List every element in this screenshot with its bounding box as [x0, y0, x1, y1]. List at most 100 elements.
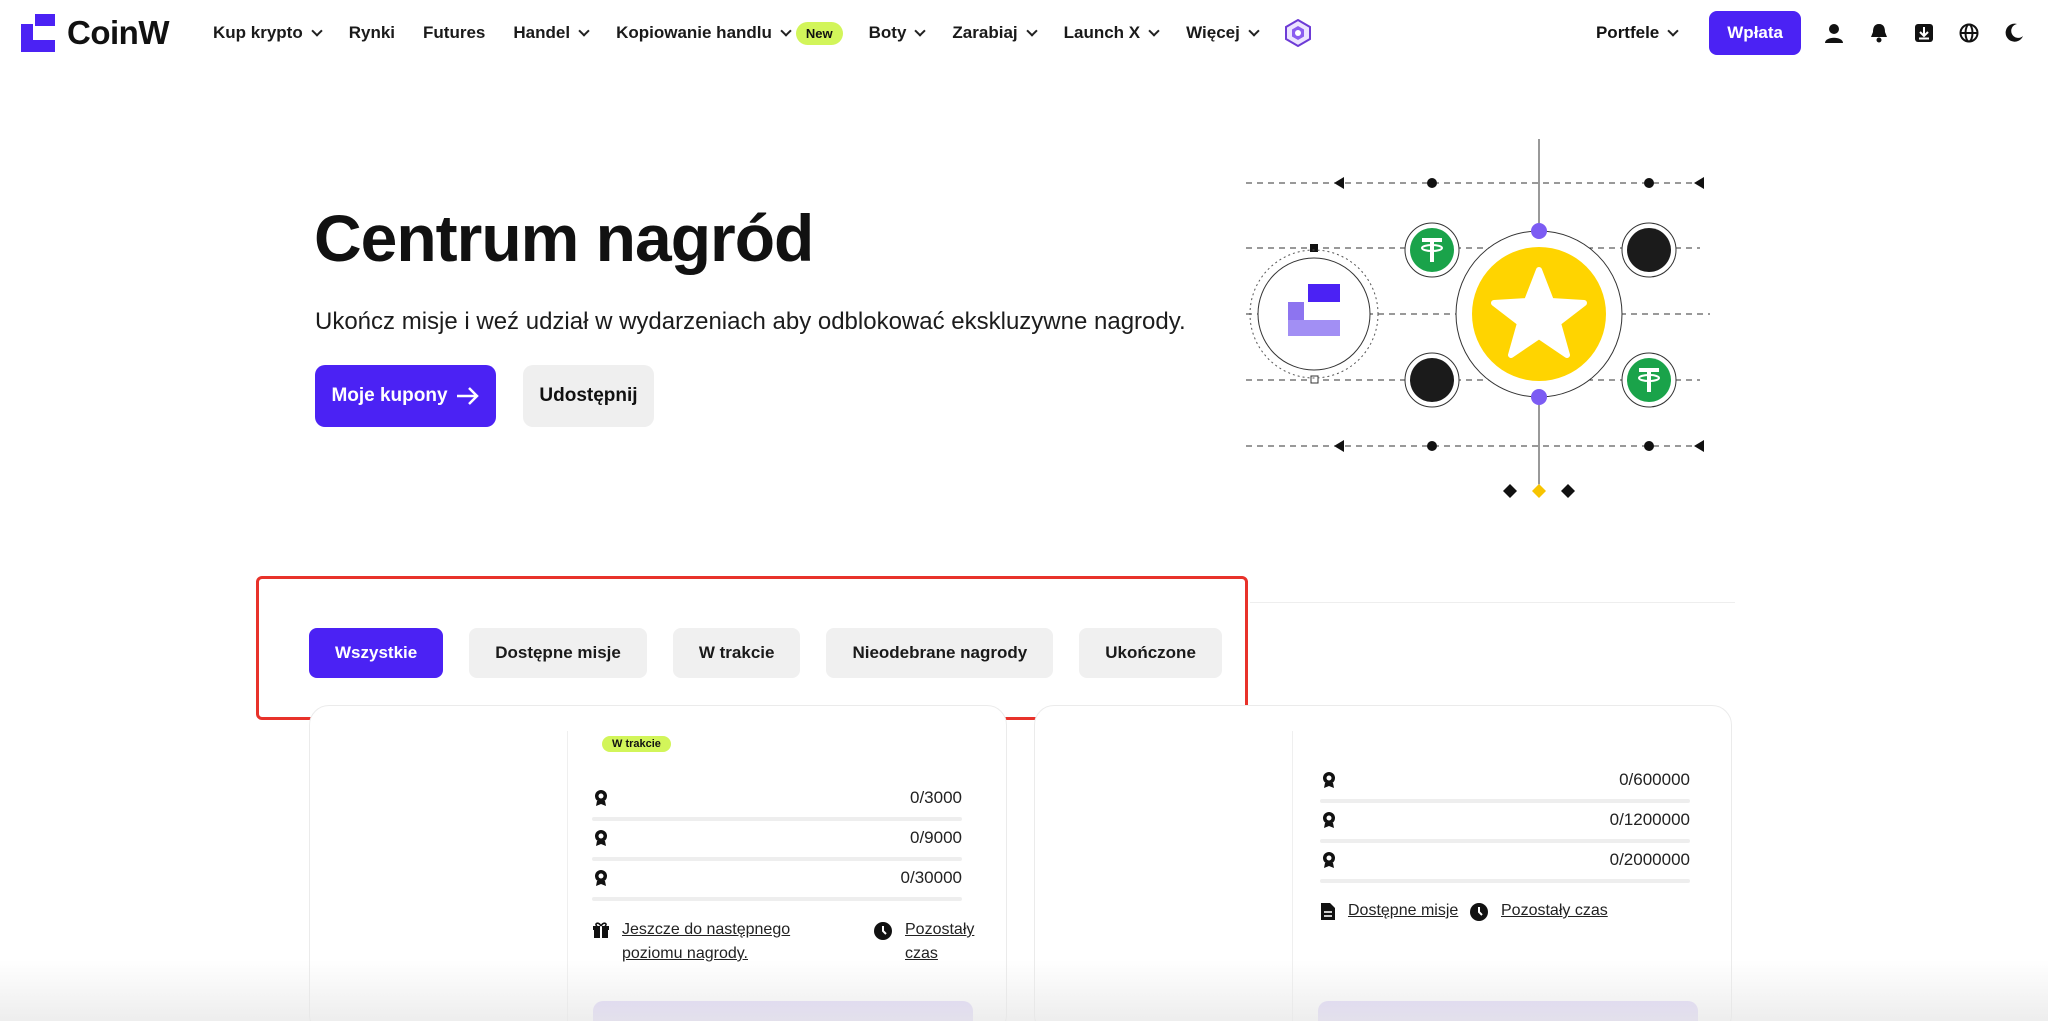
nav-label: Boty	[868, 23, 907, 42]
nav-kup-krypto[interactable]: Kup krypto	[213, 23, 323, 43]
level-progress-bar	[1320, 799, 1690, 803]
level-progress-bar	[592, 857, 962, 861]
reward-level-row: 0/30000	[592, 868, 962, 888]
level-progress: 0/1200000	[1609, 810, 1690, 829]
chevron-down-icon	[1148, 24, 1160, 37]
card-divider	[567, 731, 568, 1021]
tab-available-missions[interactable]: Dostępne misje	[469, 628, 647, 678]
chevron-down-icon	[578, 24, 590, 37]
level-progress: 0/9000	[910, 828, 962, 847]
chevron-down-icon	[1025, 24, 1038, 37]
nav-handel[interactable]: Handel	[513, 23, 590, 43]
event-emblem-icon[interactable]	[1284, 19, 1312, 47]
reward-level-row: 0/600000	[1320, 770, 1690, 790]
available-missions-label: Dostępne misje	[1348, 902, 1459, 919]
deposit-button[interactable]: Wpłata	[1709, 11, 1801, 55]
medal-icon	[1323, 852, 1335, 868]
clock-icon	[874, 922, 892, 940]
time-remaining-label: Pozostały czas	[905, 921, 975, 962]
tab-unclaimed-rewards[interactable]: Nieodebrane nagrody	[826, 628, 1054, 678]
new-badge: New	[795, 21, 843, 45]
chevron-down-icon	[914, 24, 927, 37]
share-button[interactable]: Udostępnij	[523, 365, 654, 427]
level-progress: 0/2000000	[1609, 850, 1690, 869]
nav-label: Futures	[423, 23, 486, 42]
chevron-down-icon	[1248, 24, 1260, 37]
tab-completed[interactable]: Ukończone	[1079, 628, 1222, 678]
my-coupons-label: Moje kupony	[331, 385, 448, 406]
coinw-logo-icon	[21, 14, 55, 52]
level-progress: 0/3000	[910, 788, 962, 807]
clock-icon	[1470, 903, 1488, 921]
next-level-link[interactable]: Jeszcze do następnego poziomu nagrody.	[592, 918, 852, 966]
available-missions-link[interactable]: Dostępne misje	[1320, 899, 1458, 923]
wallets-label: Portfele	[1595, 23, 1660, 42]
level-progress-bar	[1320, 879, 1690, 883]
nav-launch-x[interactable]: Launch X	[1063, 23, 1160, 43]
medal-icon	[1323, 812, 1335, 828]
nav-kopiowanie-handlu[interactable]: Kopiowanie handlu New	[616, 21, 843, 45]
level-progress-bar	[592, 897, 962, 901]
download-icon[interactable]	[1913, 22, 1935, 44]
medal-icon	[595, 830, 607, 846]
time-remaining-link[interactable]: Pozostały czas	[1469, 899, 1608, 923]
header-actions: Portfele Wpłata	[1596, 0, 2048, 66]
wallets-dropdown[interactable]: Portfele	[1595, 23, 1679, 43]
nav-boty[interactable]: Boty	[868, 23, 927, 43]
page-title: Centrum nagród	[314, 201, 814, 275]
nav-label: Kopiowanie handlu	[616, 23, 772, 42]
status-badge: W trakcie	[602, 736, 671, 752]
level-progress-bar	[592, 817, 962, 821]
chevron-down-icon	[1667, 24, 1679, 37]
card-divider	[1292, 731, 1293, 1021]
claim-reward-button[interactable]	[593, 1001, 973, 1021]
time-remaining-label: Pozostały czas	[1501, 902, 1608, 919]
brand-name: CoinW	[67, 14, 169, 51]
document-icon	[1321, 903, 1335, 920]
medal-icon	[595, 870, 607, 886]
scroll-fade-overlay	[0, 960, 2048, 1021]
nav-label: Kup krypto	[213, 23, 303, 42]
medal-icon	[1323, 772, 1335, 788]
time-remaining-link[interactable]: Pozostały czas	[873, 918, 983, 966]
moon-icon[interactable]	[2003, 22, 2025, 44]
reward-level-row: 0/9000	[592, 828, 962, 848]
nav-wiecej[interactable]: Więcej	[1186, 23, 1260, 43]
medal-icon	[595, 790, 607, 806]
mission-filter-tabs: Wszystkie Dostępne misje W trakcie Nieod…	[309, 628, 1248, 678]
claim-reward-button[interactable]	[1318, 1001, 1698, 1021]
chevron-down-icon	[311, 24, 323, 37]
rewards-illustration	[1246, 139, 1710, 498]
next-level-link-label: Jeszcze do następnego poziomu nagrody.	[622, 921, 791, 962]
my-coupons-button[interactable]: Moje kupony	[315, 365, 496, 427]
main-nav: Kup krypto Rynki Futures Handel Kopiowan…	[213, 0, 1312, 66]
level-progress-bar	[1320, 839, 1690, 843]
nav-label: Launch X	[1063, 23, 1141, 42]
level-progress: 0/600000	[1619, 770, 1690, 789]
gift-icon	[593, 922, 609, 938]
nav-label: Rynki	[348, 23, 396, 42]
coinw-logo[interactable]: CoinW	[21, 14, 169, 52]
nav-zarabiaj[interactable]: Zarabiaj	[952, 23, 1038, 43]
tab-all[interactable]: Wszystkie	[309, 628, 444, 678]
nav-rynki[interactable]: Rynki	[349, 23, 395, 43]
bell-icon[interactable]	[1868, 22, 1890, 44]
nav-label: Handel	[513, 23, 571, 42]
nav-label: Więcej	[1186, 23, 1240, 42]
mission-card: W trakcie 0/3000 0/9000 0/30000 Jeszcze …	[309, 705, 1007, 1021]
globe-icon[interactable]	[1958, 22, 1980, 44]
reward-level-row: 0/1200000	[1320, 810, 1690, 830]
reward-level-row: 0/3000	[592, 788, 962, 808]
mission-card: 0/600000 0/1200000 0/2000000 Dostępne mi…	[1034, 705, 1732, 1021]
chevron-down-icon	[780, 24, 792, 37]
arrow-right-icon	[456, 387, 479, 405]
tab-in-progress[interactable]: W trakcie	[672, 628, 801, 678]
user-icon[interactable]	[1823, 22, 1845, 44]
top-navigation: CoinW Kup krypto Rynki Futures Handel Ko…	[0, 0, 2048, 66]
level-progress: 0/30000	[900, 868, 962, 887]
page-subtitle: Ukończ misje i weź udział w wydarzeniach…	[315, 308, 1186, 335]
nav-label: Zarabiaj	[952, 23, 1018, 42]
reward-level-row: 0/2000000	[1320, 850, 1690, 870]
section-divider	[1250, 602, 1735, 603]
nav-futures[interactable]: Futures	[423, 23, 485, 43]
